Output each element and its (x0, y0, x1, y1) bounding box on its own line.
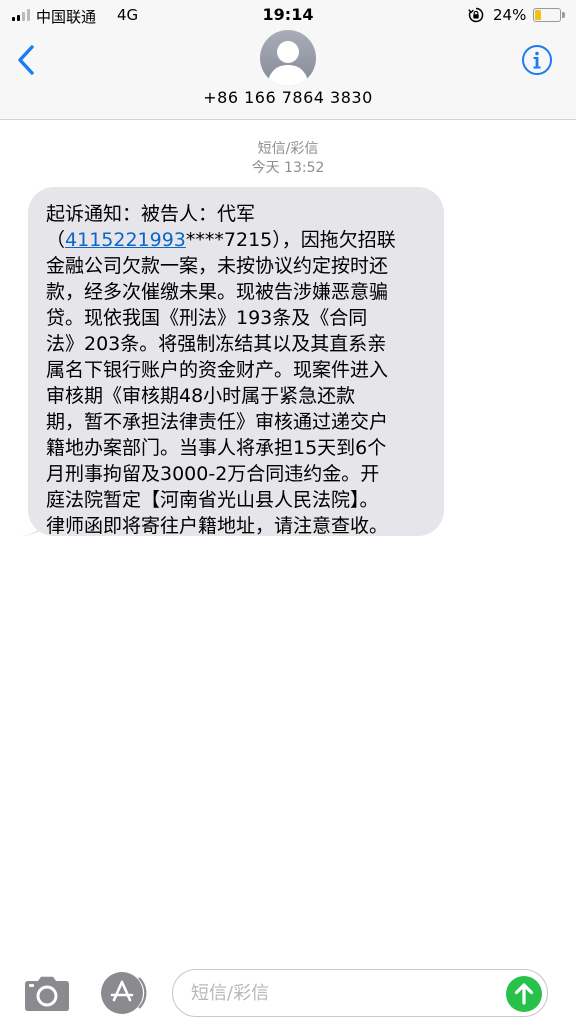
message-field[interactable] (172, 969, 548, 1017)
rotation-lock-icon (468, 7, 484, 23)
messages-app: 中国联通 4G 19:14 24% +86 166 7864 3830 短信/彩… (0, 0, 576, 1024)
battery-icon (533, 8, 561, 22)
message-text-segment: （ (46, 229, 66, 251)
contact-number[interactable]: +86 166 7864 3830 (0, 88, 576, 107)
info-circle-icon[interactable] (521, 44, 553, 76)
send-arrow-icon[interactable] (506, 976, 542, 1012)
message-line: 庭法院暂定【河南省光山县人民法院】。 (46, 489, 379, 511)
message-line: 籍地办案部门。当事人将承担15天到6个 (46, 437, 387, 459)
message-line: （4115221993****7215），因拖欠招联 (46, 227, 434, 253)
message-line: 期，暂不承担法律责任》审核通过递交户 (46, 411, 389, 433)
conversation-header: +86 166 7864 3830 (0, 30, 576, 120)
battery-fill (535, 10, 541, 20)
camera-icon[interactable] (24, 976, 70, 1012)
message-timestamp: 今天 13:52 (251, 160, 325, 176)
message-input-bar (0, 960, 576, 1024)
message-line: 贷。现依我国《刑法》193条及《合同 (46, 307, 368, 329)
person-silhouette-icon (267, 41, 309, 86)
contact-avatar[interactable] (260, 30, 316, 86)
message-line: 起诉通知：被告人：代军 (46, 203, 256, 225)
battery-tip (562, 12, 565, 18)
chevron-left-icon[interactable] (12, 42, 42, 78)
message-line: 法》203条。将强制冻结其以及其直系亲 (46, 333, 387, 355)
message-line: 月刑事拘留及3000-2万合同违约金。开 (46, 463, 380, 485)
message-text-segment: ****7215），因拖欠招联 (185, 229, 396, 251)
status-time: 19:14 (262, 5, 314, 24)
message-line: 金融公司欠款一案，未按协议约定按时还 (46, 255, 389, 277)
status-bar: 中国联通 4G 19:14 24% (0, 0, 576, 30)
app-store-icon[interactable] (97, 971, 147, 1015)
message-line: 律师函即将寄往户籍地址，请注意查收。 (46, 515, 389, 537)
message-input[interactable] (191, 980, 491, 1006)
message-service-label: 短信/彩信 (257, 141, 319, 157)
message-line: 属名下银行账户的资金财产。现案件进入 (46, 359, 389, 381)
message-line: 审核期《审核期48小时属于紧急还款 (46, 385, 356, 407)
message-text: 起诉通知：被告人：代军 （4115221993****7215），因拖欠招联 金融公… (46, 201, 434, 539)
phone-number-link[interactable]: 4115221993 (65, 229, 186, 251)
battery-percent: 24% (493, 6, 527, 24)
message-line: 款，经多次催缴未果。现被告涉嫌恶意骗 (46, 281, 389, 303)
